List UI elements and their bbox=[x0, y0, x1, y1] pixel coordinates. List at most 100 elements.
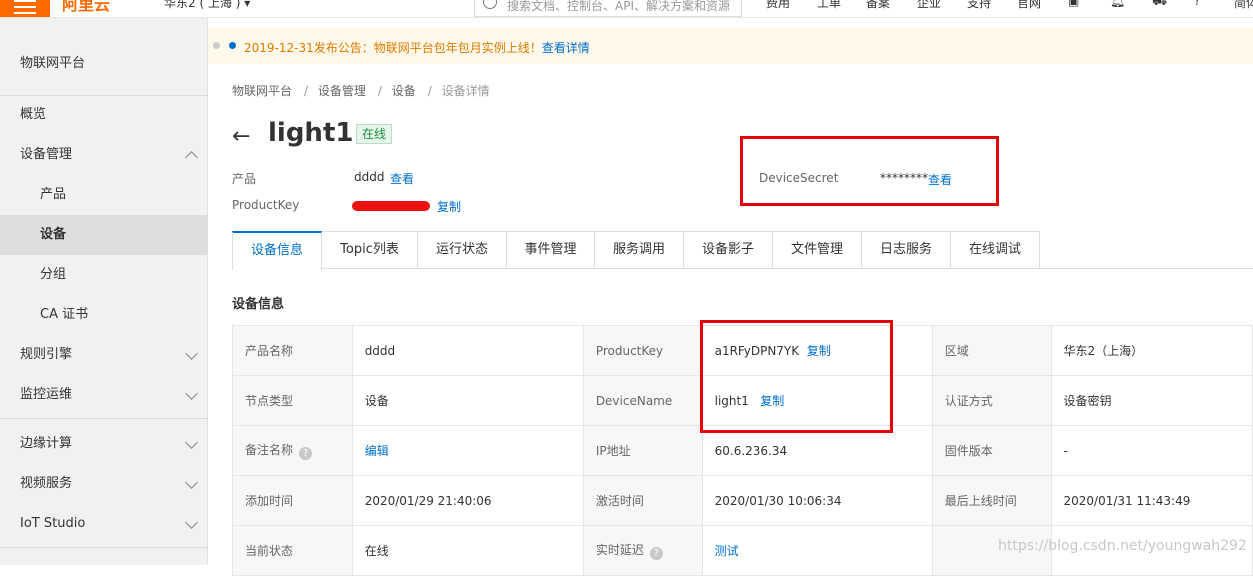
nav-billing[interactable]: 费用 bbox=[766, 0, 790, 11]
table-value: dddd bbox=[351, 325, 584, 376]
tab-runtime-status[interactable]: 运行状态 bbox=[418, 231, 507, 269]
sidebar-item-products[interactable]: 产品 bbox=[0, 175, 208, 215]
status-badge: 在线 bbox=[356, 124, 393, 144]
sidebar-item-device-management[interactable]: 设备管理 bbox=[0, 135, 208, 175]
tab-device-shadow[interactable]: 设备影子 bbox=[684, 231, 773, 269]
tab-service-invoke[interactable]: 服务调用 bbox=[595, 231, 684, 269]
help-icon[interactable]: ? bbox=[649, 547, 663, 560]
terminal-icon[interactable]: ▣ bbox=[1068, 0, 1079, 8]
top-bar: 阿里云 华东2 ( 上海 ) ▾ 搜索文档、控制台、API、解决方案和资源 费用… bbox=[0, 0, 1253, 18]
breadcrumb: 物联网平台 / 设备管理 / 设备 / 设备详情 bbox=[232, 84, 490, 98]
announcement-bar: 2019-12-31发布公告：物联网平台包年包月实例上线！查看详情 bbox=[208, 28, 1253, 64]
table-value: 设备 bbox=[351, 375, 584, 426]
help-icon[interactable]: ? bbox=[299, 447, 313, 460]
chevron-down-icon bbox=[185, 387, 198, 400]
sidebar-item-iot-studio[interactable]: IoT Studio bbox=[0, 504, 208, 544]
table-key: 固件版本 bbox=[931, 425, 1052, 476]
search-input[interactable]: 搜索文档、控制台、API、解决方案和资源 bbox=[507, 0, 730, 14]
edit-alias-link[interactable]: 编辑 bbox=[365, 444, 389, 458]
breadcrumb-devices[interactable]: 设备 bbox=[392, 84, 416, 98]
productkey-label: ProductKey bbox=[232, 198, 300, 212]
announcement-link[interactable]: 查看详情 bbox=[542, 41, 590, 55]
table-key: 激活时间 bbox=[582, 475, 703, 526]
product-value: dddd bbox=[354, 170, 385, 184]
sidebar-item-monitoring[interactable]: 监控运维 bbox=[0, 375, 208, 415]
breadcrumb-device-detail: 设备详情 bbox=[441, 84, 490, 98]
chevron-down-icon bbox=[185, 476, 198, 489]
pager-dot-active[interactable] bbox=[229, 42, 236, 49]
chevron-down-icon bbox=[185, 347, 198, 360]
table-value: 在线 bbox=[351, 525, 584, 576]
copy-productkey-link[interactable]: 复制 bbox=[437, 198, 461, 215]
table-key: 当前状态 bbox=[232, 525, 353, 576]
sidebar-item-video-service[interactable]: 视频服务 bbox=[0, 464, 208, 504]
highlight-box-credentials bbox=[700, 320, 893, 433]
sidebar-item-groups[interactable]: 分组 bbox=[0, 255, 208, 295]
sidebar-item-overview[interactable]: 概览 bbox=[0, 95, 208, 135]
table-value: 2020/01/30 10:06:34 bbox=[701, 475, 933, 526]
sidebar-item-label: 边缘计算 bbox=[20, 436, 73, 451]
tab-online-debug[interactable]: 在线调试 bbox=[951, 231, 1040, 269]
table-key: 备注名称? bbox=[232, 425, 353, 476]
tab-event-management[interactable]: 事件管理 bbox=[507, 231, 595, 269]
table-row: 添加时间 2020/01/29 21:40:06 激活时间 2020/01/30… bbox=[232, 475, 1253, 526]
table-key: 最后上线时间 bbox=[931, 475, 1052, 526]
help-icon[interactable]: ? bbox=[1194, 0, 1200, 8]
table-key: 产品名称 bbox=[232, 325, 353, 376]
sidebar-item-ca-cert[interactable]: CA 证书 bbox=[0, 295, 208, 335]
aliyun-logo[interactable]: 阿里云 bbox=[62, 0, 110, 15]
redaction-mark bbox=[352, 201, 430, 211]
table-key: 节点类型 bbox=[232, 375, 353, 426]
breadcrumb-device-management[interactable]: 设备管理 bbox=[318, 84, 366, 98]
watermark: https://blog.csdn.net/youngwah292 bbox=[998, 538, 1247, 554]
tab-device-info[interactable]: 设备信息 bbox=[232, 231, 322, 270]
table-key: 区域 bbox=[931, 325, 1052, 376]
chevron-up-icon bbox=[185, 151, 198, 164]
sidebar-item-devices[interactable]: 设备 bbox=[0, 215, 208, 255]
sidebar-item-label: 视频服务 bbox=[20, 476, 73, 491]
nav-icp[interactable]: 备案 bbox=[866, 0, 890, 11]
section-title: 设备信息 bbox=[232, 297, 285, 312]
sidebar-item-edge-computing[interactable]: 边缘计算 bbox=[0, 424, 208, 464]
cart-icon[interactable]: ⛟ bbox=[1152, 0, 1167, 10]
table-key: 添加时间 bbox=[232, 475, 353, 526]
table-value: 测试 bbox=[701, 525, 933, 576]
breadcrumb-iot-platform[interactable]: 物联网平台 bbox=[232, 84, 292, 98]
pager-dot[interactable] bbox=[213, 42, 220, 49]
sidebar-item-label: 规则引擎 bbox=[20, 347, 73, 362]
table-value: 60.6.236.34 bbox=[701, 425, 933, 476]
back-arrow-icon[interactable]: ← bbox=[232, 124, 250, 149]
divider bbox=[0, 547, 208, 548]
table-key: 认证方式 bbox=[931, 375, 1052, 426]
sidebar-item-rules-engine[interactable]: 规则引擎 bbox=[0, 335, 208, 375]
region-selector[interactable]: 华东2 ( 上海 ) ▾ bbox=[164, 0, 250, 11]
sidebar-item-label: 设备管理 bbox=[20, 147, 73, 162]
nav-language[interactable]: 简体 bbox=[1234, 0, 1253, 11]
tab-log-service[interactable]: 日志服务 bbox=[862, 231, 951, 269]
table-key: IP地址 bbox=[582, 425, 703, 476]
sidebar-item-label: 监控运维 bbox=[20, 387, 73, 402]
tab-bar: 设备信息 Topic列表 运行状态 事件管理 服务调用 设备影子 文件管理 日志… bbox=[232, 231, 1253, 270]
bell-icon[interactable]: 🔔︎ bbox=[1110, 0, 1125, 8]
table-key: ProductKey bbox=[582, 325, 703, 376]
view-product-link[interactable]: 查看 bbox=[390, 170, 414, 187]
nav-support[interactable]: 支持 bbox=[967, 0, 991, 11]
menu-icon[interactable] bbox=[0, 0, 50, 17]
search-box[interactable]: 搜索文档、控制台、API、解决方案和资源 bbox=[474, 0, 742, 17]
table-value: 2020/01/29 21:40:06 bbox=[351, 475, 584, 526]
table-key: 实时延迟? bbox=[582, 525, 703, 576]
nav-enterprise[interactable]: 企业 bbox=[917, 0, 941, 11]
nav-official-site[interactable]: 官网 bbox=[1017, 0, 1041, 11]
tab-file-management[interactable]: 文件管理 bbox=[773, 231, 862, 269]
highlight-box-secret bbox=[740, 136, 999, 206]
test-latency-link[interactable]: 测试 bbox=[715, 544, 739, 558]
product-label: 产品 bbox=[232, 172, 257, 186]
tab-topic-list[interactable]: Topic列表 bbox=[322, 231, 418, 269]
chevron-down-icon bbox=[185, 436, 198, 449]
chevron-down-icon bbox=[185, 516, 198, 529]
nav-tickets[interactable]: 工单 bbox=[817, 0, 841, 11]
page-title: light1 bbox=[268, 118, 354, 148]
announcement-text: 2019-12-31发布公告：物联网平台包年包月实例上线！查看详情 bbox=[244, 41, 590, 55]
search-icon bbox=[483, 0, 497, 9]
table-key: DeviceName bbox=[582, 375, 703, 426]
